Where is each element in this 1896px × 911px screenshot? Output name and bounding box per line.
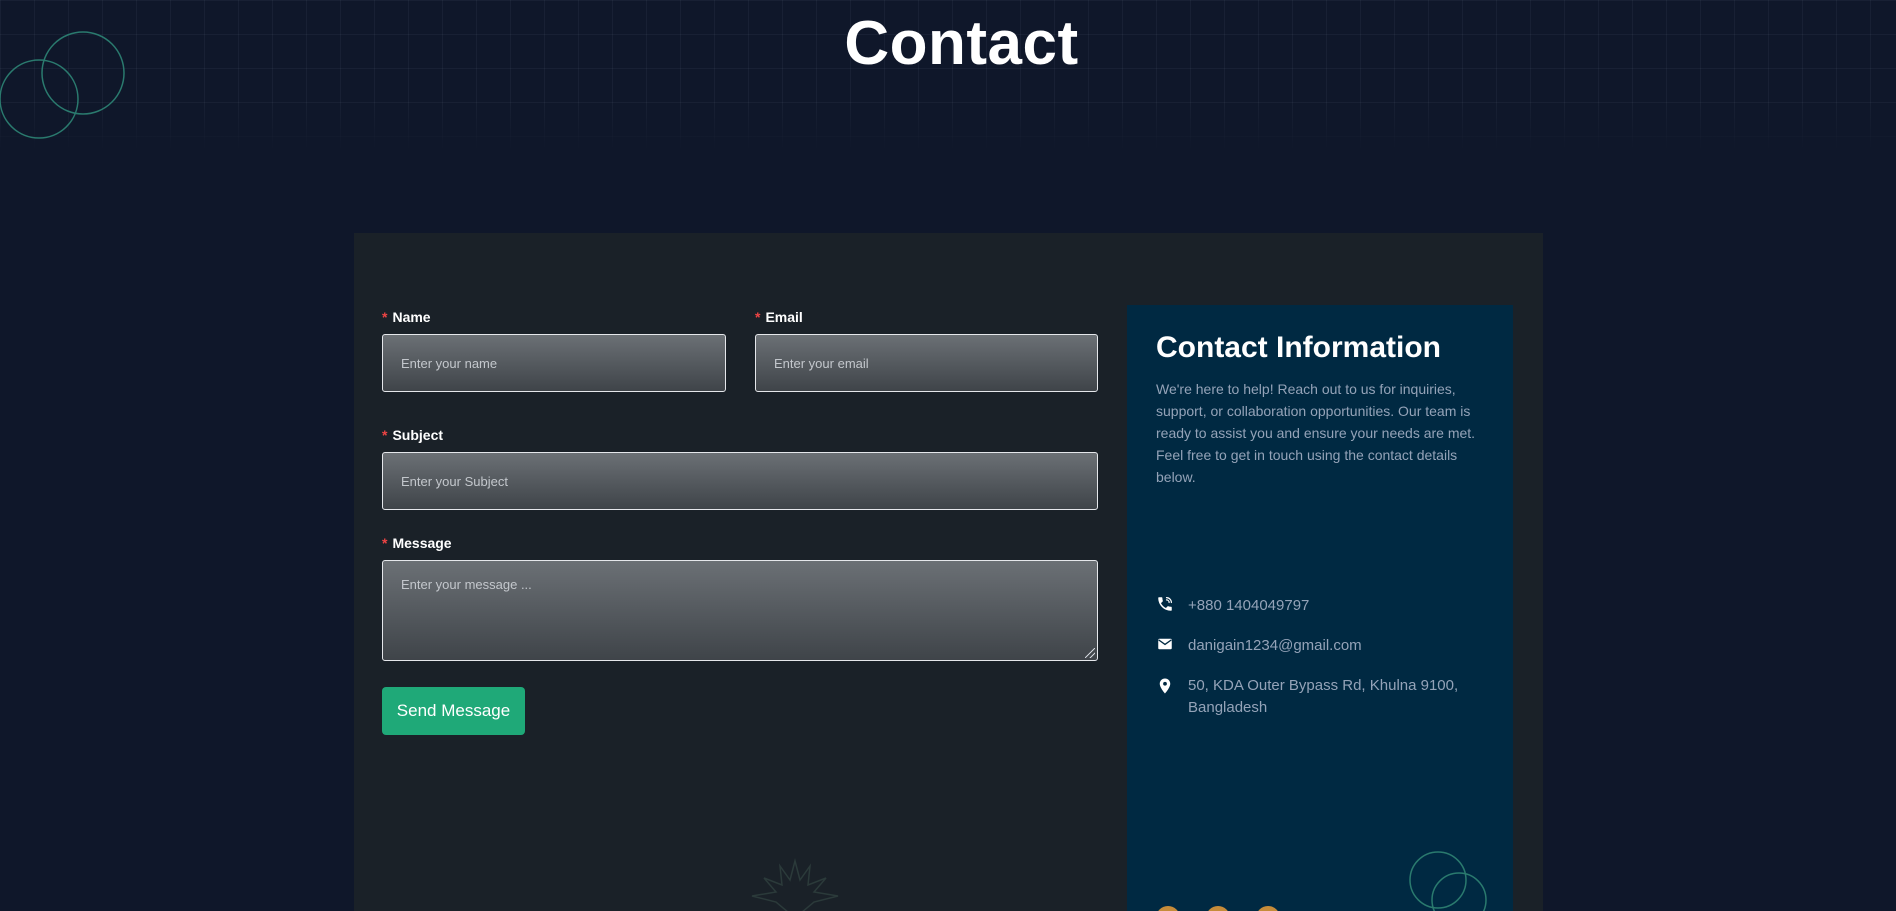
phone-icon: [1158, 597, 1172, 611]
message-label-text: Message: [392, 535, 452, 551]
required-mark: *: [382, 309, 388, 325]
subject-input[interactable]: [382, 452, 1098, 510]
contact-email: danigain1234@gmail.com: [1156, 635, 1362, 657]
resize-handle[interactable]: [1085, 648, 1095, 658]
required-mark: *: [382, 535, 388, 551]
social-icon-1[interactable]: [1156, 906, 1180, 911]
name-label-text: Name: [392, 309, 431, 325]
send-message-button[interactable]: Send Message: [382, 687, 525, 735]
contact-phone: +880 1404049797: [1156, 595, 1309, 617]
email-label: * Email: [755, 309, 803, 325]
subject-label-text: Subject: [392, 427, 444, 443]
name-label: * Name: [382, 309, 431, 325]
contact-info-description: We're here to help! Reach out to us for …: [1156, 381, 1476, 485]
message-label: * Message: [382, 535, 452, 551]
social-icon-3[interactable]: [1256, 906, 1280, 911]
email-text[interactable]: danigain1234@gmail.com: [1188, 635, 1362, 657]
contact-info-title: Contact Information: [1156, 331, 1441, 364]
required-mark: *: [755, 309, 761, 325]
message-textarea[interactable]: [382, 560, 1098, 661]
name-input[interactable]: [382, 334, 726, 392]
address-text: 50, KDA Outer Bypass Rd, Khulna 9100, Ba…: [1188, 677, 1459, 716]
required-mark: *: [382, 427, 388, 443]
location-pin-icon: [1159, 678, 1171, 694]
subject-label: * Subject: [382, 427, 443, 443]
email-input[interactable]: [755, 334, 1098, 392]
hero-fade: [0, 100, 1896, 150]
decorative-star-icon: [751, 858, 839, 911]
email-label-text: Email: [765, 309, 803, 325]
contact-info-panel: Contact Information We're here to help! …: [1127, 305, 1513, 911]
mail-icon: [1158, 638, 1172, 650]
page-title: Contact: [844, 9, 1079, 78]
contact-page: Contact *Name *Email *Subject *Message S…: [0, 0, 1896, 911]
decorative-circles-icon: [1409, 851, 1487, 911]
social-icon-2[interactable]: [1206, 906, 1230, 911]
contact-address: 50, KDA Outer Bypass Rd, Khulna 9100, Ba…: [1156, 675, 1488, 719]
phone-text[interactable]: +880 1404049797: [1188, 595, 1309, 617]
